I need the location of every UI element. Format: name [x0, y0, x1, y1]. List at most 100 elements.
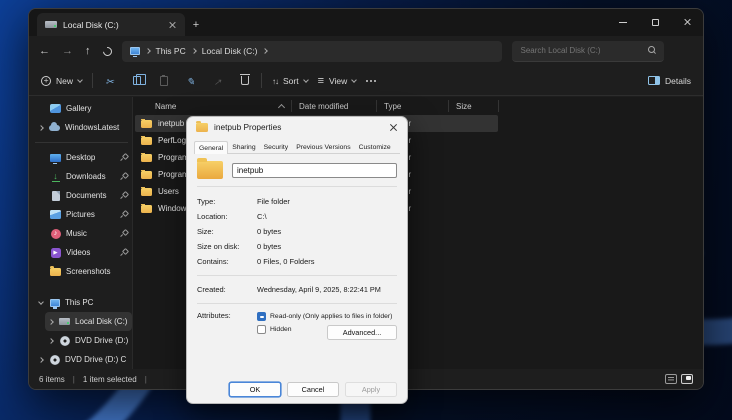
command-bar: New Sort View	[29, 66, 703, 96]
address-bar: This PC Local Disk (C:)	[29, 36, 703, 66]
chevron-right-icon[interactable]	[38, 125, 44, 131]
sidebar-item-documents[interactable]: Documents	[47, 186, 132, 205]
field-size: Size:0 bytes	[197, 224, 397, 239]
tab-sharing[interactable]: Sharing	[228, 141, 259, 153]
pictures-icon	[50, 210, 61, 219]
chevron-right-icon	[263, 48, 269, 54]
sidebar-item-dvd-drive-d[interactable]: DVD Drive (D:)	[45, 331, 132, 350]
view-button[interactable]: View	[318, 75, 357, 87]
hidden-checkbox[interactable]	[257, 325, 266, 334]
sidebar-item-pictures[interactable]: Pictures	[47, 205, 132, 224]
delete-icon	[241, 76, 249, 85]
tab-general[interactable]: General	[194, 141, 228, 154]
chevron-right-icon[interactable]	[48, 319, 54, 325]
drive-icon	[59, 318, 70, 325]
paste-button[interactable]	[157, 74, 170, 87]
column-size[interactable]: Size	[448, 102, 498, 111]
dialog-tabs: General Sharing Security Previous Versio…	[194, 138, 400, 154]
onedrive-icon	[49, 125, 60, 131]
new-tab-button[interactable]	[185, 14, 207, 36]
chevron-down-icon[interactable]	[38, 299, 44, 305]
folder-icon	[197, 161, 223, 179]
new-button[interactable]: New	[41, 76, 82, 86]
details-view-icon[interactable]	[665, 374, 677, 384]
sidebar-item-music[interactable]: Music	[47, 224, 132, 243]
advanced-button[interactable]: Advanced...	[327, 325, 397, 340]
delete-button[interactable]	[238, 74, 251, 87]
copy-button[interactable]	[130, 74, 143, 87]
breadcrumb-local-disk[interactable]: Local Disk (C:)	[202, 46, 258, 56]
refresh-button[interactable]	[101, 45, 114, 58]
field-location: Location:C:\	[197, 209, 397, 224]
folder-icon	[50, 268, 61, 276]
view-icon	[318, 75, 324, 87]
attributes-section: Attributes: Read-only (Only applies to f…	[197, 310, 397, 340]
cut-button[interactable]	[103, 74, 116, 87]
dialog-title-bar: inetpub Properties	[187, 117, 407, 137]
sidebar-item-gallery[interactable]: Gallery	[47, 99, 132, 118]
dialog-close-icon[interactable]	[389, 123, 398, 132]
minimize-icon	[619, 22, 627, 23]
large-icons-view-icon[interactable]	[681, 374, 693, 384]
search-box[interactable]	[512, 41, 664, 62]
pin-icon	[120, 192, 127, 199]
tab-title: Local Disk (C:)	[63, 20, 161, 30]
readonly-checkbox[interactable]	[257, 312, 266, 321]
close-icon	[683, 18, 691, 26]
maximize-button[interactable]	[639, 9, 671, 35]
more-button[interactable]	[366, 80, 376, 82]
tab-bar: Local Disk (C:)	[29, 9, 703, 36]
sidebar-item-windowslatest[interactable]: WindowsLatest	[35, 118, 132, 137]
rename-icon	[186, 72, 194, 90]
column-date-modified[interactable]: Date modified	[291, 102, 376, 111]
drive-icon	[45, 21, 57, 28]
details-pane-button[interactable]: Details	[648, 76, 691, 86]
new-label: New	[56, 76, 73, 86]
sidebar-item-this-pc[interactable]: This PC	[35, 293, 132, 312]
tab-previous-versions[interactable]: Previous Versions	[292, 141, 354, 153]
sidebar-item-desktop[interactable]: Desktop	[47, 148, 132, 167]
rename-button[interactable]	[184, 74, 197, 87]
tab-customize[interactable]: Customize	[355, 141, 395, 153]
back-button[interactable]	[39, 45, 50, 57]
apply-button[interactable]: Apply	[345, 382, 397, 397]
readonly-checkbox-row[interactable]: Read-only (Only applies to files in fold…	[257, 310, 397, 323]
chevron-right-icon[interactable]	[38, 357, 44, 363]
forward-button[interactable]	[62, 45, 73, 57]
chevron-right-icon	[191, 48, 197, 54]
dvd-icon	[50, 355, 60, 365]
close-button[interactable]	[671, 9, 703, 35]
field-type: Type:File folder	[197, 194, 397, 209]
divider	[92, 73, 93, 88]
sidebar-item-local-disk-c[interactable]: Local Disk (C:)	[45, 312, 132, 331]
sidebar-item-dvd-drive-d-2[interactable]: DVD Drive (D:) C	[35, 350, 132, 369]
sidebar-item-downloads[interactable]: Downloads	[47, 167, 132, 186]
tab-local-disk[interactable]: Local Disk (C:)	[37, 13, 185, 36]
selection-count: 1 item selected	[83, 375, 137, 384]
field-size-on-disk: Size on disk:0 bytes	[197, 239, 397, 254]
ok-button[interactable]: OK	[229, 382, 281, 397]
column-name[interactable]: Name	[133, 102, 291, 111]
folder-icon	[141, 154, 152, 162]
folder-icon	[196, 123, 208, 132]
breadcrumb-this-pc[interactable]: This PC	[156, 46, 186, 56]
minimize-button[interactable]	[607, 9, 639, 35]
sort-button[interactable]: Sort	[272, 76, 308, 86]
tab-security[interactable]: Security	[260, 141, 293, 153]
folder-name-input[interactable]	[232, 163, 397, 178]
downloads-icon	[53, 172, 58, 181]
sidebar-item-videos[interactable]: Videos	[47, 243, 132, 262]
breadcrumb[interactable]: This PC Local Disk (C:)	[122, 41, 502, 62]
dialog-buttons: OK Cancel Apply	[229, 382, 397, 397]
item-count: 6 items	[39, 375, 65, 384]
folder-icon	[141, 171, 152, 179]
column-type[interactable]: Type	[376, 102, 448, 111]
sidebar-item-screenshots[interactable]: Screenshots	[47, 262, 132, 281]
search-input[interactable]	[519, 45, 643, 56]
cancel-button[interactable]: Cancel	[287, 382, 339, 397]
share-button[interactable]	[211, 74, 224, 87]
up-button[interactable]	[85, 45, 91, 57]
field-created: Created:Wednesday, April 9, 2025, 8:22:4…	[197, 282, 397, 297]
chevron-right-icon[interactable]	[48, 338, 54, 344]
tab-close-icon[interactable]	[167, 20, 177, 30]
